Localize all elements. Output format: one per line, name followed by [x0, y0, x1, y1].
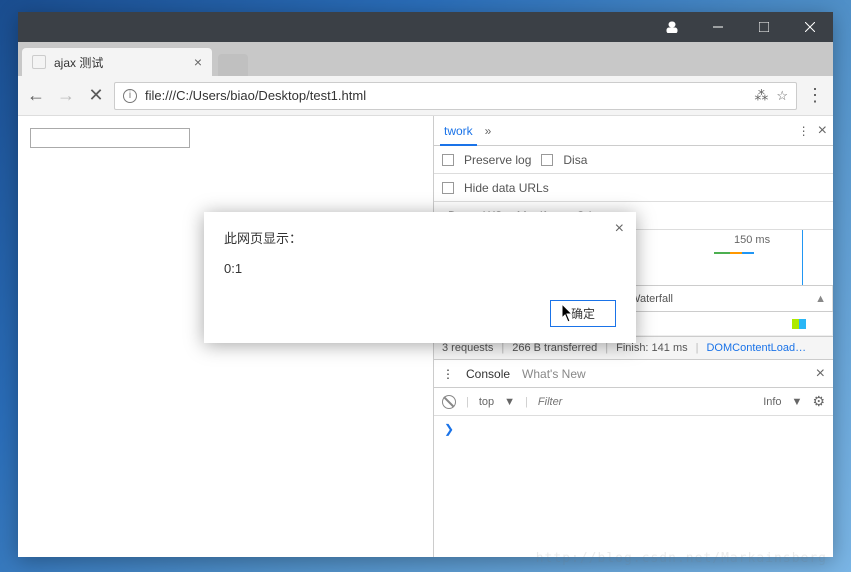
url-text: file:///C:/Users/biao/Desktop/test1.html: [145, 88, 746, 103]
dialog-close-icon[interactable]: ×: [615, 220, 624, 238]
user-icon[interactable]: [649, 12, 695, 42]
devtools-close-icon[interactable]: ×: [818, 122, 827, 140]
hide-data-urls-label: Hide data URLs: [464, 181, 549, 195]
timeline-bar: [714, 252, 754, 254]
cursor-icon: [562, 304, 576, 324]
tabs-overflow-icon[interactable]: »: [485, 124, 492, 138]
console-body: ❯: [434, 416, 833, 557]
disable-cache-label: Disa: [563, 153, 587, 167]
hide-data-urls-checkbox[interactable]: [442, 182, 454, 194]
titlebar: [18, 12, 833, 42]
back-button[interactable]: ←: [24, 84, 48, 108]
omnibox[interactable]: i file:///C:/Users/biao/Desktop/test1.ht…: [114, 82, 797, 110]
alert-dialog: × 此网页显示： 0:1 确定: [204, 212, 636, 343]
clear-console-icon[interactable]: [442, 395, 456, 409]
console-level[interactable]: Info: [763, 396, 781, 408]
minimize-button[interactable]: [695, 12, 741, 42]
maximize-button[interactable]: [741, 12, 787, 42]
console-context[interactable]: top: [479, 396, 494, 408]
tab-title: ajax 测试: [54, 54, 103, 71]
drawer-close-icon[interactable]: ×: [816, 365, 825, 383]
network-toolbar-row2: Hide data URLs: [434, 174, 833, 202]
level-dropdown-icon[interactable]: ▼: [792, 396, 803, 408]
devtools-menu-icon[interactable]: ⋮: [798, 124, 810, 138]
timeline-tick: 150 ms: [734, 234, 770, 246]
watermark: http://blog.csdn.net/Markainsberg: [536, 551, 827, 566]
menu-button[interactable]: ⋮: [803, 84, 827, 108]
preserve-log-label: Preserve log: [464, 153, 531, 167]
console-prompt[interactable]: ❯: [444, 422, 454, 436]
tab-active[interactable]: ajax 测试 ×: [22, 48, 212, 76]
tab-network[interactable]: twork: [440, 124, 477, 146]
content-area: twork » ⋮ × Preserve log Disa Hide data …: [18, 116, 833, 557]
dialog-message: 0:1: [224, 261, 616, 276]
timeline-marker: [802, 230, 803, 285]
stop-button[interactable]: ✕: [84, 84, 108, 108]
tab-bar: ajax 测试 ×: [18, 42, 833, 76]
translate-icon[interactable]: ⁂: [754, 87, 768, 104]
col-waterfall[interactable]: Waterfall▲: [624, 286, 833, 311]
waterfall-bar: [792, 319, 806, 329]
console-settings-icon[interactable]: ⚙: [812, 393, 825, 410]
drawer-tab-whatsnew[interactable]: What's New: [522, 367, 586, 381]
tab-close-icon[interactable]: ×: [194, 54, 202, 70]
favicon-icon: [32, 55, 46, 69]
new-tab-button[interactable]: [218, 54, 248, 76]
forward-button: →: [54, 84, 78, 108]
site-info-icon[interactable]: i: [123, 89, 137, 103]
network-toolbar-row1: Preserve log Disa: [434, 146, 833, 174]
status-domcontent: DOMContentLoad…: [706, 342, 806, 354]
browser-window: ajax 测试 × ← → ✕ i file:///C:/Users/biao/…: [18, 12, 833, 557]
console-filter-input[interactable]: [538, 396, 753, 408]
console-toolbar: | top ▼ | Info ▼ ⚙: [434, 388, 833, 416]
drawer-menu-icon[interactable]: ⋮: [442, 367, 454, 381]
context-dropdown-icon[interactable]: ▼: [504, 396, 515, 408]
dialog-title: 此网页显示：: [224, 228, 616, 247]
status-finish: Finish: 141 ms: [616, 342, 688, 354]
disable-cache-checkbox[interactable]: [541, 154, 553, 166]
status-requests: 3 requests: [442, 342, 493, 354]
devtools-tabs: twork » ⋮ ×: [434, 116, 833, 146]
preserve-log-checkbox[interactable]: [442, 154, 454, 166]
drawer-tabs: ⋮ Console What's New ×: [434, 360, 833, 388]
page-input[interactable]: [30, 128, 190, 148]
close-button[interactable]: [787, 12, 833, 42]
bookmark-icon[interactable]: ☆: [776, 88, 788, 104]
dialog-ok-button[interactable]: 确定: [550, 300, 616, 327]
drawer-tab-console[interactable]: Console: [466, 367, 510, 381]
status-transferred: 266 B transferred: [512, 342, 597, 354]
address-bar: ← → ✕ i file:///C:/Users/biao/Desktop/te…: [18, 76, 833, 116]
